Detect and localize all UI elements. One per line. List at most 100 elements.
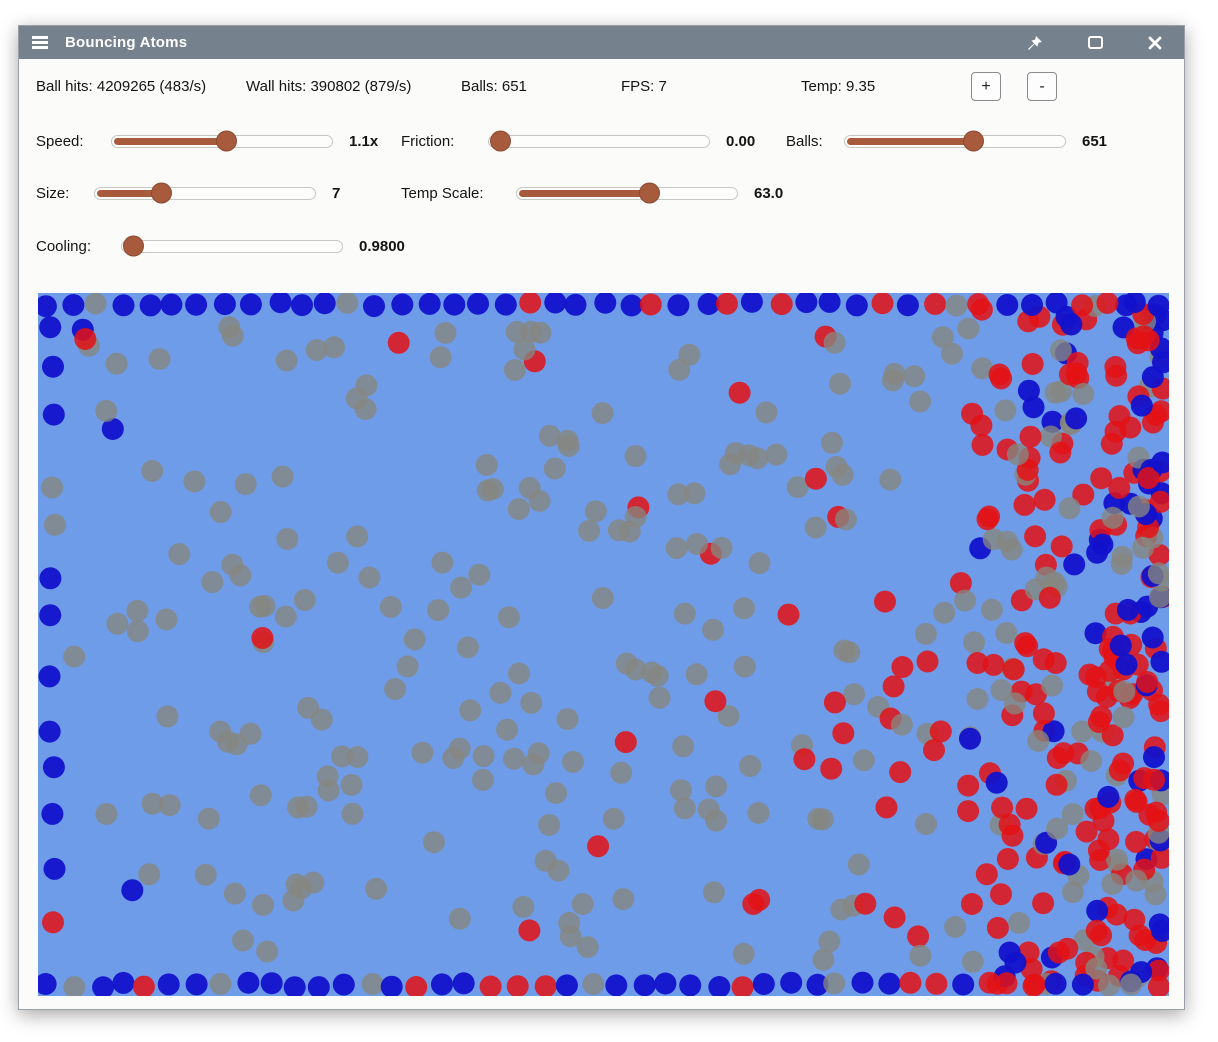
ball — [1027, 730, 1049, 752]
ball — [1128, 496, 1150, 518]
ball — [38, 973, 57, 995]
ball — [284, 976, 306, 996]
temp-scale-slider[interactable] — [516, 187, 738, 200]
ball — [186, 973, 208, 995]
ball — [954, 590, 976, 612]
ball — [1072, 974, 1094, 996]
ball — [333, 974, 355, 996]
friction-slider-thumb[interactable] — [490, 131, 511, 152]
ball — [39, 604, 61, 626]
temp-scale-slider-thumb[interactable] — [639, 183, 660, 204]
decrease-balls-button[interactable]: - — [1027, 72, 1057, 101]
ball — [449, 908, 471, 930]
speed-slider[interactable] — [111, 135, 333, 148]
pin-icon[interactable] — [1024, 32, 1046, 54]
cooling-slider[interactable] — [121, 240, 343, 253]
ball — [1133, 325, 1155, 347]
ball — [1148, 976, 1169, 996]
ball — [915, 813, 937, 835]
ball — [1091, 534, 1113, 556]
ball — [508, 498, 530, 520]
ball — [703, 881, 725, 903]
app-window: Bouncing Atoms Ball hits: 4209265 (483/s… — [18, 25, 1185, 1010]
ball — [459, 699, 481, 721]
ball — [1125, 831, 1147, 853]
menu-icon[interactable] — [29, 32, 51, 54]
stat-fps: FPS: 7 — [621, 78, 667, 95]
ball — [419, 293, 441, 315]
ball — [702, 619, 724, 641]
ball — [1116, 654, 1138, 676]
ball — [820, 758, 842, 780]
ball — [674, 797, 696, 819]
cooling-slider-thumb[interactable] — [123, 236, 144, 257]
ball — [336, 293, 358, 314]
ball — [535, 975, 557, 996]
ball — [346, 388, 368, 410]
maximize-icon[interactable] — [1084, 32, 1106, 54]
ball — [1108, 477, 1130, 499]
ball — [778, 604, 800, 626]
ball — [592, 402, 614, 424]
balls-slider-thumb[interactable] — [963, 131, 984, 152]
ball — [106, 353, 128, 375]
ball — [999, 942, 1021, 964]
ball — [237, 972, 259, 994]
friction-slider[interactable] — [488, 135, 710, 148]
balls-label: Balls: — [786, 133, 844, 150]
ball — [1136, 671, 1158, 693]
size-slider-thumb[interactable] — [151, 183, 172, 204]
ball — [1022, 353, 1044, 375]
ball — [158, 973, 180, 995]
ball — [647, 665, 669, 687]
ball — [160, 294, 182, 316]
ball — [388, 332, 410, 354]
ball — [962, 951, 984, 973]
ball — [903, 365, 925, 387]
ball — [995, 622, 1017, 644]
ball — [85, 293, 107, 315]
ball — [967, 688, 989, 710]
increase-balls-button[interactable]: + — [971, 72, 1001, 101]
ball — [1110, 635, 1132, 657]
ball — [222, 325, 244, 347]
ball — [1045, 973, 1067, 995]
ball — [915, 623, 937, 645]
ball — [592, 587, 614, 609]
ball — [1101, 873, 1123, 895]
size-slider[interactable] — [94, 187, 316, 200]
ball — [1014, 494, 1036, 516]
simulation-canvas[interactable] — [38, 293, 1169, 996]
ball — [1016, 635, 1038, 657]
ball — [467, 293, 489, 315]
friction-slider-group: Friction: 0.00 — [401, 129, 755, 153]
cooling-value: 0.9800 — [359, 238, 405, 255]
cooling-label: Cooling: — [36, 238, 121, 255]
ball — [716, 293, 738, 315]
ball — [514, 338, 536, 360]
ball — [457, 636, 479, 658]
ball — [214, 293, 236, 315]
ball — [198, 808, 220, 830]
ball — [346, 525, 368, 547]
ball — [830, 899, 852, 921]
window-title: Bouncing Atoms — [65, 34, 187, 51]
ball — [538, 814, 560, 836]
ball — [442, 747, 464, 769]
ball — [957, 318, 979, 340]
speed-slider-thumb[interactable] — [216, 131, 237, 152]
balls-slider[interactable] — [844, 135, 1066, 148]
ball — [755, 401, 777, 423]
ball — [897, 294, 919, 316]
ball — [251, 627, 273, 649]
ball — [805, 468, 827, 490]
ball — [270, 293, 292, 313]
ball — [1109, 759, 1131, 781]
close-icon[interactable] — [1144, 32, 1166, 54]
ball — [1045, 652, 1067, 674]
ball — [732, 976, 754, 996]
ball — [381, 976, 403, 996]
ball — [972, 434, 994, 456]
ball — [605, 974, 627, 996]
ball — [210, 501, 232, 523]
